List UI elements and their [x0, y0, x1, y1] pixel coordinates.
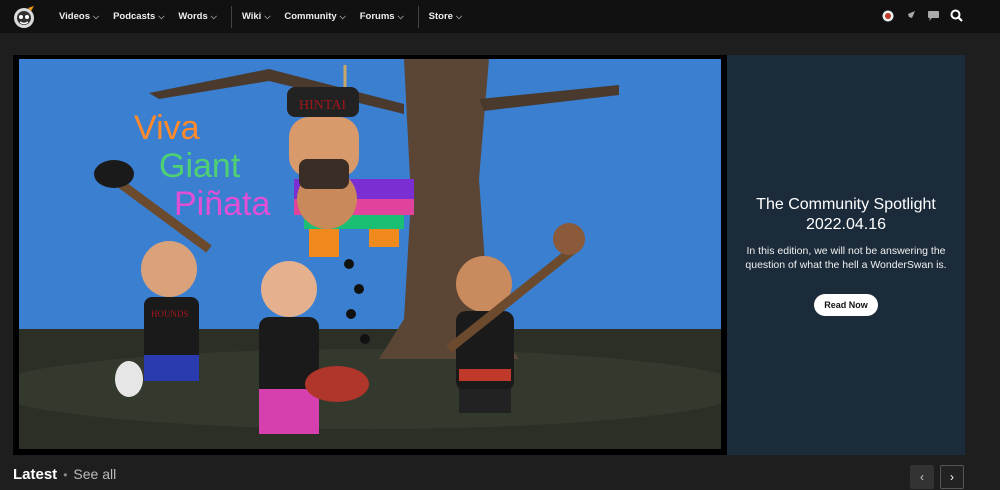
nav-videos[interactable]: Videos ⌵: [59, 11, 99, 22]
character-left: HOUNDS: [141, 241, 199, 381]
nav-forums[interactable]: Forums ⌵: [360, 11, 404, 22]
chevron-down-icon: ⌵: [397, 11, 404, 21]
shirt-text: HOUNDS: [151, 309, 189, 319]
nav-divider: [230, 5, 232, 28]
previous-arrow-button[interactable]: ‹: [910, 465, 934, 489]
nav-divider: [417, 5, 419, 28]
separator-dot: •: [63, 468, 68, 482]
nav-label: Store: [428, 11, 453, 22]
hat-text: HINTAI: [299, 98, 346, 113]
nav-words[interactable]: Words ⌵: [178, 11, 216, 22]
nav-wiki[interactable]: Wiki ⌵: [242, 11, 271, 22]
carousel-controls: ‹ ›: [904, 465, 964, 489]
top-navigation-bar: Videos ⌵ Podcasts ⌵ Words ⌵ Wiki ⌵ Community…: [0, 0, 1000, 33]
nav-label: Forums: [359, 11, 395, 22]
chevron-down-icon: ⌵: [92, 11, 100, 21]
nav-label: Words: [178, 11, 208, 22]
latest-title: Latest: [13, 466, 58, 483]
nav-podcasts[interactable]: Podcasts ⌵: [113, 11, 164, 22]
chevron-down-icon: ⌵: [339, 11, 346, 21]
nav-label: Wiki: [241, 11, 262, 22]
see-all-link[interactable]: See all: [73, 466, 116, 482]
art-title-word-3: Piñata: [174, 185, 270, 223]
chevron-right-icon: ›: [950, 470, 954, 484]
search-icon[interactable]: [950, 9, 963, 22]
chevron-down-icon: ⌵: [455, 11, 463, 21]
spotlight-title-line-2: 2022.04.16: [805, 215, 887, 233]
user-avatar-icon[interactable]: [882, 10, 894, 22]
spotlight-title-line-1: The Community Spotlight: [756, 195, 936, 213]
site-logo-icon[interactable]: [12, 5, 36, 29]
latest-section-header: Latest • See all: [13, 466, 116, 483]
chat-icon[interactable]: [927, 10, 940, 22]
chevron-down-icon: ⌵: [210, 11, 217, 21]
next-arrow-button[interactable]: ›: [940, 465, 964, 489]
chevron-down-icon: ⌵: [264, 11, 271, 21]
art-title-word-1: Viva: [134, 109, 200, 147]
read-now-button[interactable]: Read Now: [814, 293, 878, 316]
spotlight-description: In this edition, we will not be answerin…: [745, 244, 947, 271]
spotlight-panel: The Community Spotlight 2022.04.16 In th…: [727, 55, 965, 455]
hero-image-frame[interactable]: HINTAI Viva Giant Piñata HOUNDS: [13, 55, 727, 455]
main-nav: Videos ⌵ Podcasts ⌵ Words ⌵ Wiki ⌵ Community…: [59, 0, 476, 33]
art-title-word-2: Giant: [159, 147, 241, 185]
nav-community[interactable]: Community ⌵: [284, 11, 345, 22]
spotlight-title[interactable]: The Community Spotlight 2022.04.16: [736, 195, 956, 235]
nav-store[interactable]: Store ⌵: [429, 11, 462, 22]
nav-label: Podcasts: [113, 11, 156, 22]
nav-label: Community: [284, 11, 337, 22]
rocket-icon[interactable]: [904, 10, 917, 22]
cat-figure: [115, 361, 143, 397]
hero-artwork[interactable]: HINTAI Viva Giant Piñata HOUNDS: [19, 59, 721, 449]
nav-label: Videos: [59, 11, 90, 22]
chevron-down-icon: ⌵: [158, 11, 165, 21]
chevron-left-icon: ‹: [920, 470, 924, 484]
header-actions: [872, 9, 963, 22]
